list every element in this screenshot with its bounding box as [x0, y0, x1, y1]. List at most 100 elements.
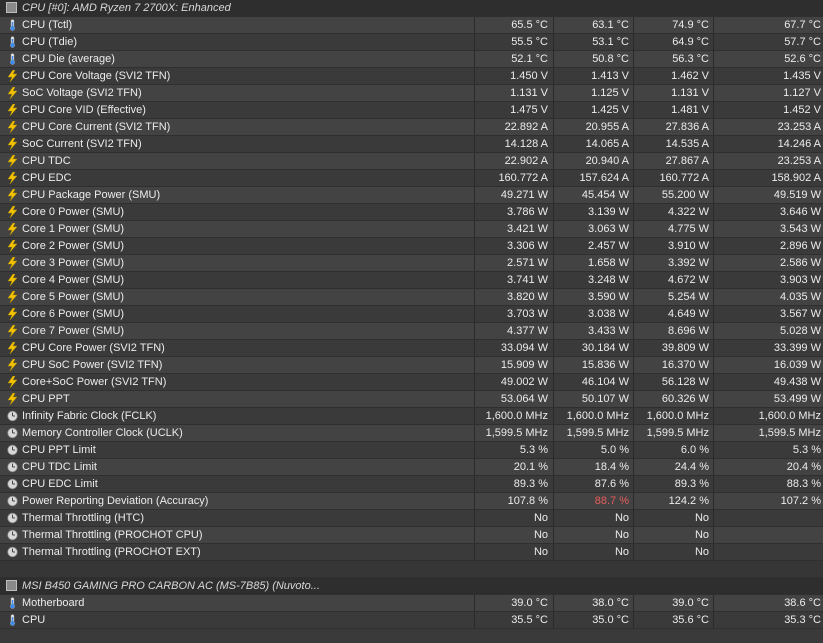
average-value: 5.028 W — [713, 323, 823, 339]
current-value: 65.5 °C — [474, 17, 550, 33]
sensor-row[interactable]: CPU Core Power (SVI2 TFN) 33.094 W 30.184 … — [0, 340, 823, 357]
average-value — [713, 544, 823, 560]
maximum-value: 1.462 V — [633, 68, 711, 84]
minimum-value: 20.940 A — [553, 153, 631, 169]
current-value: 22.892 A — [474, 119, 550, 135]
sensor-row[interactable]: CPU Package Power (SMU) 49.271 W 45.454 W5… — [0, 187, 823, 204]
average-value: 67.7 °C — [713, 17, 823, 33]
sensor-name-cell: CPU EDC Limit — [0, 476, 474, 492]
sensor-row[interactable]: CPU Core Current (SVI2 TFN) 22.892 A 20.95… — [0, 119, 823, 136]
group-spacer — [0, 561, 823, 578]
sensor-name-cell: CPU EDC — [0, 170, 474, 186]
sensor-row[interactable]: Core 1 Power (SMU) 3.421 W 3.063 W 4.775 W3… — [0, 221, 823, 238]
sensor-row[interactable]: CPU SoC Power (SVI2 TFN) 15.909 W 15.836 W… — [0, 357, 823, 374]
sensor-label: CPU PPT — [22, 393, 70, 405]
sensor-row[interactable]: CPU 35.5 °C 35.0 °C 35.6 °C 35.3 °C — [0, 612, 823, 629]
sensor-label: CPU Core Voltage (SVI2 TFN) — [22, 70, 171, 82]
sensor-row[interactable]: Core 7 Power (SMU) 4.377 W 3.433 W 8.696 W5… — [0, 323, 823, 340]
sensor-label: CPU TDC — [22, 155, 71, 167]
current-value: 4.377 W — [474, 323, 550, 339]
sensor-row[interactable]: Infinity Fabric Clock (FCLK) 1,600.0 MHz 1… — [0, 408, 823, 425]
sensor-label: CPU — [22, 614, 46, 626]
sensor-label: Core+SoC Power (SVI2 TFN) — [22, 376, 167, 388]
sensor-row[interactable]: Core 3 Power (SMU) 2.571 W 1.658 W 3.392 W2… — [0, 255, 823, 272]
sensor-row[interactable]: CPU EDC Limit 89.3 % 87.6 % 89.3 % 88.3 % — [0, 476, 823, 493]
average-value: 23.253 A — [713, 153, 823, 169]
sensor-row[interactable]: CPU PPT Limit 5.3 % 5.0 % 6.0 % 5.3 % — [0, 442, 823, 459]
sensor-row[interactable]: SoC Current (SVI2 TFN) 14.128 A 14.065 A 14… — [0, 136, 823, 153]
sensor-name-cell: CPU — [0, 612, 474, 628]
maximum-value: 160.772 A — [633, 170, 711, 186]
sensor-row[interactable]: Core 0 Power (SMU) 3.786 W 3.139 W 4.322 W3… — [0, 204, 823, 221]
sensor-row[interactable]: CPU Die (average) 52.1 °C 50.8 °C 56.3 °C 52… — [0, 51, 823, 68]
sensor-label: CPU (Tctl) — [22, 19, 73, 31]
sensor-name-cell: Memory Controller Clock (UCLK) — [0, 425, 474, 441]
sensor-row[interactable]: Power Reporting Deviation (Accuracy) 107.… — [0, 493, 823, 510]
minimum-value: 5.0 % — [553, 442, 631, 458]
sensor-row[interactable]: Core+SoC Power (SVI2 TFN) 49.002 W 46.104 … — [0, 374, 823, 391]
maximum-value: 56.3 °C — [633, 51, 711, 67]
current-value: 3.421 W — [474, 221, 550, 237]
sensor-row[interactable]: Core 2 Power (SMU) 3.306 W 2.457 W 3.910 W2… — [0, 238, 823, 255]
average-value: 1.452 V — [713, 102, 823, 118]
sensor-row[interactable]: Thermal Throttling (HTC) No No No — [0, 510, 823, 527]
sensor-row[interactable]: CPU Core Voltage (SVI2 TFN) 1.450 V 1.413 … — [0, 68, 823, 85]
sensor-name-cell: Core 7 Power (SMU) — [0, 323, 474, 339]
maximum-value: 124.2 % — [633, 493, 711, 509]
average-value: 158.902 A — [713, 170, 823, 186]
current-value: No — [474, 544, 550, 560]
current-value: 3.820 W — [474, 289, 550, 305]
sensor-row[interactable]: Thermal Throttling (PROCHOT CPU) No No No — [0, 527, 823, 544]
minimum-value: 3.063 W — [553, 221, 631, 237]
sensor-name-cell: Core 6 Power (SMU) — [0, 306, 474, 322]
sensor-name-cell: Core 5 Power (SMU) — [0, 289, 474, 305]
current-value: 5.3 % — [474, 442, 550, 458]
sensor-row[interactable]: Motherboard 39.0 °C 38.0 °C 39.0 °C 38.6 °C — [0, 595, 823, 612]
sensor-row[interactable]: CPU PPT 53.064 W 50.107 W 60.326 W 53.499 W — [0, 391, 823, 408]
sensor-label: CPU PPT Limit — [22, 444, 96, 456]
sensor-row[interactable]: CPU TDC 22.902 A 20.940 A 27.867 A 23.253 A — [0, 153, 823, 170]
maximum-value: 35.6 °C — [633, 612, 711, 628]
maximum-value: 3.392 W — [633, 255, 711, 271]
sensor-row[interactable]: Core 4 Power (SMU) 3.741 W 3.248 W 4.672 W3… — [0, 272, 823, 289]
current-value: 20.1 % — [474, 459, 550, 475]
group-header[interactable]: CPU [#0]: AMD Ryzen 7 2700X: Enhanced — [0, 0, 823, 17]
sensor-row[interactable]: CPU Core VID (Effective) 1.475 V 1.425 V 1.… — [0, 102, 823, 119]
average-value: 57.7 °C — [713, 34, 823, 50]
current-value: 33.094 W — [474, 340, 550, 356]
minimum-value: No — [553, 527, 631, 543]
minimum-value: 46.104 W — [553, 374, 631, 390]
sensor-row[interactable]: CPU TDC Limit 20.1 % 18.4 % 24.4 % 20.4 % — [0, 459, 823, 476]
group-header[interactable]: MSI B450 GAMING PRO CARBON AC (MS-7B85) … — [0, 578, 823, 595]
minimum-value: 1,600.0 MHz — [553, 408, 631, 424]
sensor-row[interactable]: CPU EDC 160.772 A 157.624 A 160.772 A 158.90… — [0, 170, 823, 187]
sensor-label: CPU (Tdie) — [22, 36, 78, 48]
average-value: 49.438 W — [713, 374, 823, 390]
current-value: 55.5 °C — [474, 34, 550, 50]
minimum-value: 50.107 W — [553, 391, 631, 407]
average-value: 107.2 % — [713, 493, 823, 509]
sensor-label: Thermal Throttling (PROCHOT EXT) — [22, 546, 201, 558]
current-value: 160.772 A — [474, 170, 550, 186]
sensor-name-cell: SoC Current (SVI2 TFN) — [0, 136, 474, 152]
sensor-row[interactable]: Core 6 Power (SMU) 3.703 W 3.038 W 4.649 W3… — [0, 306, 823, 323]
sensor-row[interactable]: SoC Voltage (SVI2 TFN) 1.131 V 1.125 V 1.13… — [0, 85, 823, 102]
average-value: 38.6 °C — [713, 595, 823, 611]
average-value: 3.543 W — [713, 221, 823, 237]
sensor-row[interactable]: Thermal Throttling (PROCHOT EXT) No No No — [0, 544, 823, 561]
sensor-label: Core 3 Power (SMU) — [22, 257, 125, 269]
average-value: 20.4 % — [713, 459, 823, 475]
average-value: 16.039 W — [713, 357, 823, 373]
minimum-value: 1.413 V — [553, 68, 631, 84]
sensor-row[interactable]: Memory Controller Clock (UCLK) 1,599.5 MH… — [0, 425, 823, 442]
sensor-name-cell: CPU SoC Power (SVI2 TFN) — [0, 357, 474, 373]
minimum-value: 38.0 °C — [553, 595, 631, 611]
maximum-value: 6.0 % — [633, 442, 711, 458]
minimum-value: 1,599.5 MHz — [553, 425, 631, 441]
sensor-row[interactable]: Core 5 Power (SMU) 3.820 W 3.590 W 5.254 W4… — [0, 289, 823, 306]
sensor-row[interactable]: CPU (Tctl) 65.5 °C 63.1 °C 74.9 °C 67.7 °C — [0, 17, 823, 34]
minimum-value: 3.248 W — [553, 272, 631, 288]
sensor-row[interactable]: CPU (Tdie) 55.5 °C 53.1 °C 64.9 °C 57.7 °C — [0, 34, 823, 51]
sensor-label: CPU Die (average) — [22, 53, 115, 65]
maximum-value: 16.370 W — [633, 357, 711, 373]
